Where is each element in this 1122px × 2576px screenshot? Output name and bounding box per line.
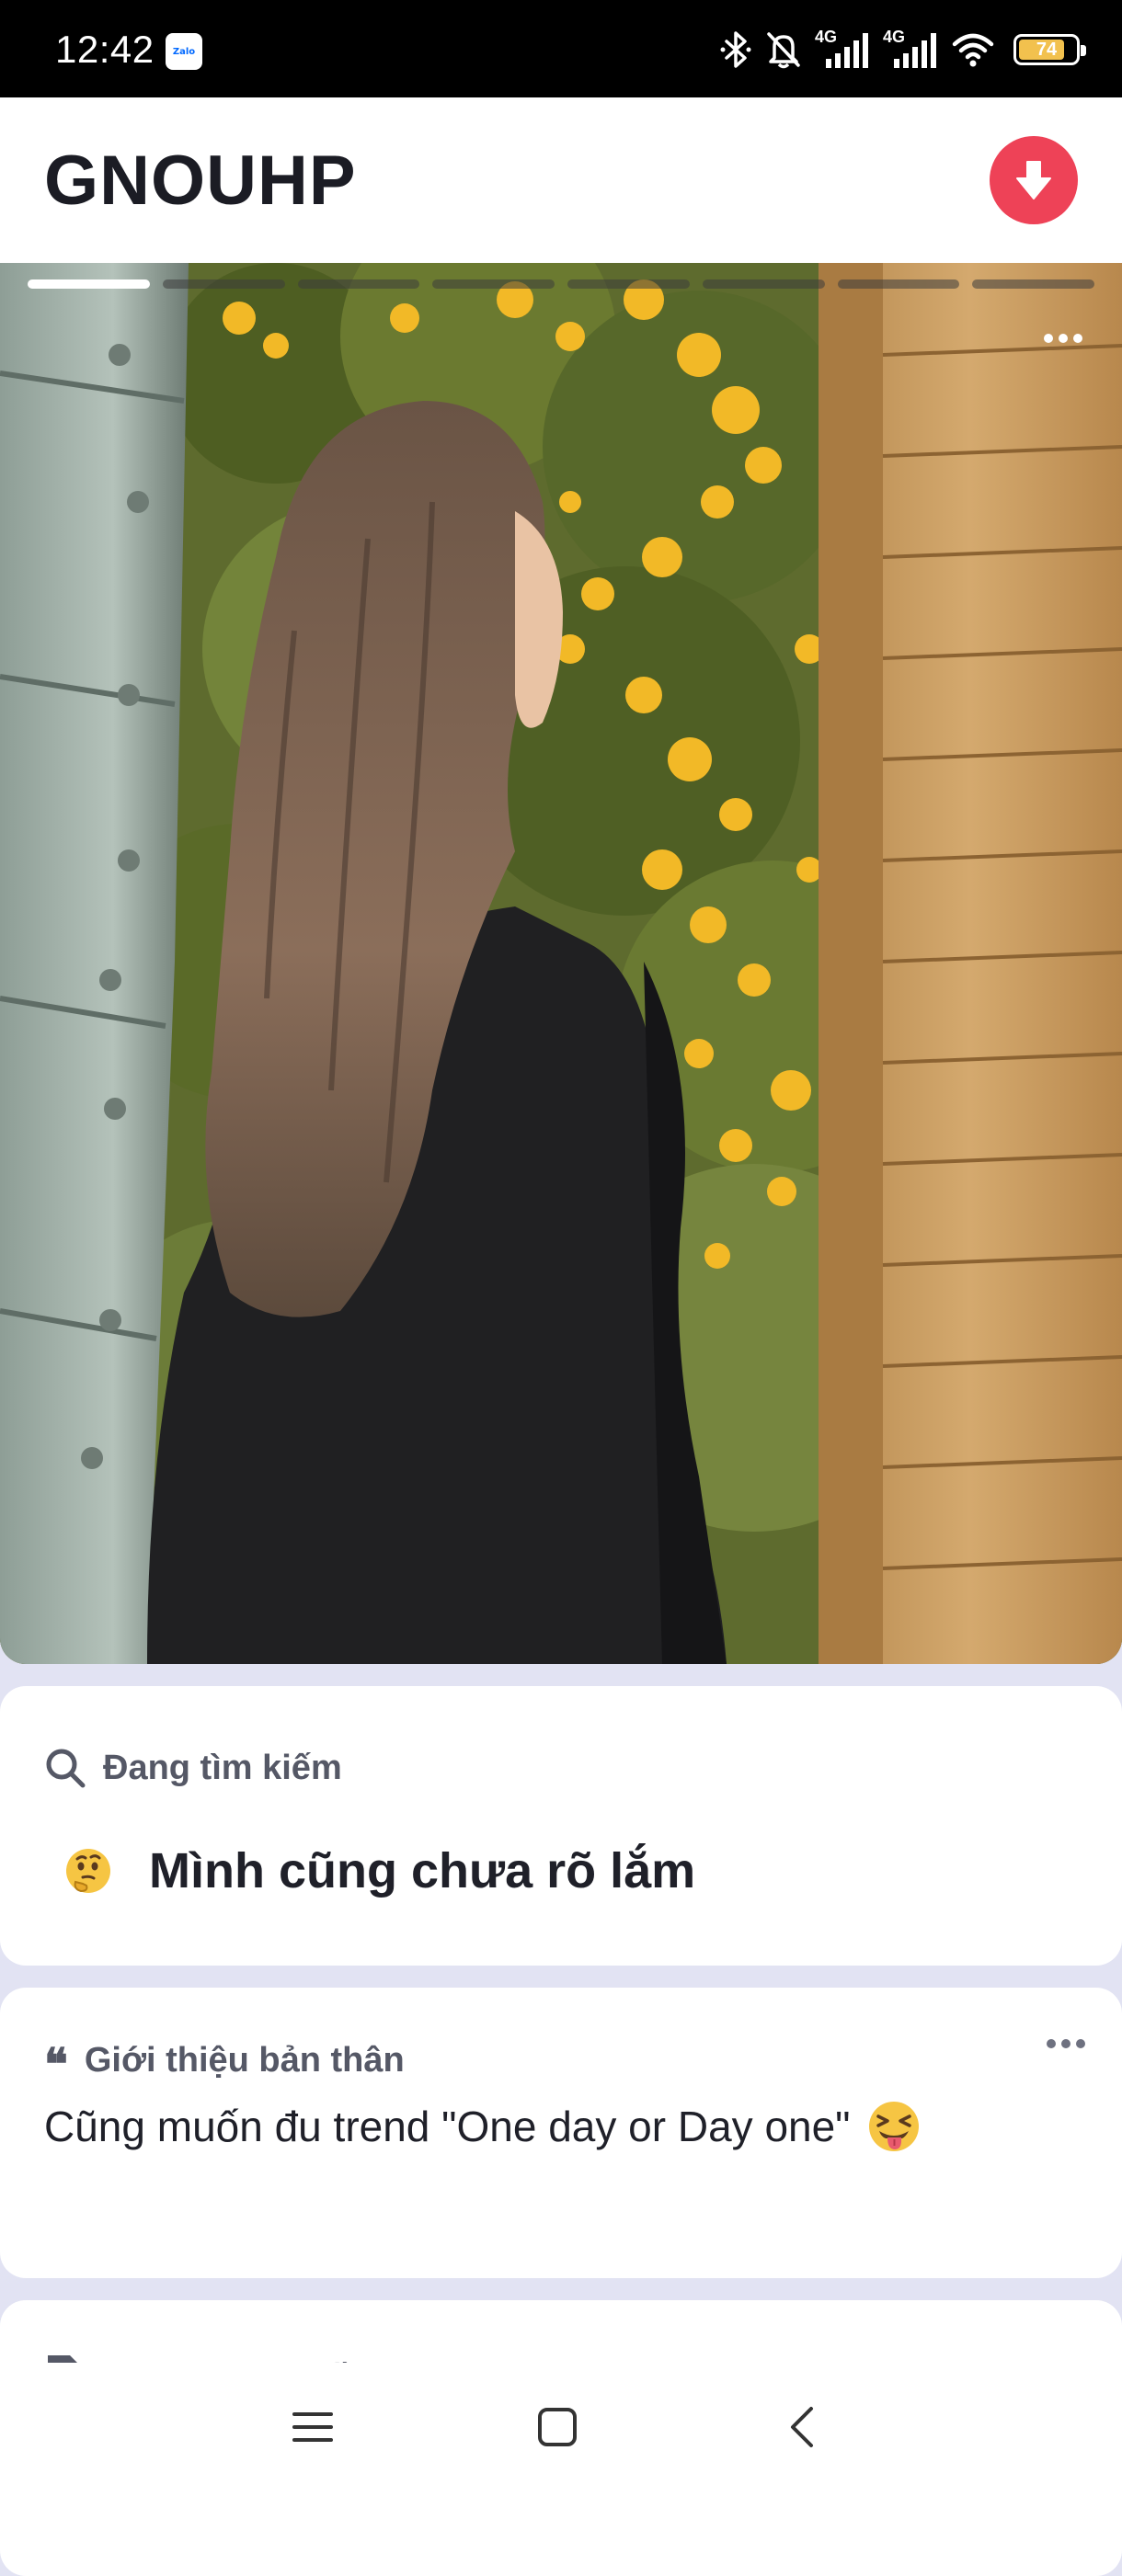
progress-segment bbox=[837, 279, 960, 289]
progress-segment bbox=[702, 279, 825, 289]
app-header: GNOUHP bbox=[0, 97, 1122, 263]
progress-segment bbox=[28, 279, 150, 289]
wifi-icon bbox=[952, 33, 994, 67]
arrow-down-icon bbox=[1016, 161, 1051, 199]
home-square-icon bbox=[538, 2408, 577, 2446]
looking-for-value-row: Mình cũng chưa rõ lắm bbox=[64, 1842, 695, 1899]
about-me-label: Giới thiệu bản thân bbox=[84, 2040, 405, 2080]
profile-photo[interactable] bbox=[0, 263, 1122, 1664]
download-button[interactable] bbox=[990, 136, 1078, 224]
thinking-face-emoji bbox=[66, 1849, 110, 1893]
progress-segment bbox=[432, 279, 555, 289]
about-me-text-row: Cũng muốn đu trend "One day or Day one" bbox=[44, 2100, 921, 2153]
battery-icon: 74 bbox=[1013, 34, 1086, 65]
back-button[interactable] bbox=[765, 2390, 839, 2464]
progress-segment bbox=[567, 279, 690, 289]
photo-more-button[interactable] bbox=[1036, 320, 1091, 357]
about-me-text: Cũng muốn đu trend "One day or Day one" bbox=[44, 2103, 851, 2150]
looking-for-label: Đang tìm kiếm bbox=[103, 1748, 342, 1787]
looking-for-card: Đang tìm kiếm Mình cũng chưa rõ lắm bbox=[0, 1686, 1122, 1966]
photo-image bbox=[0, 263, 1122, 1664]
signal-icon bbox=[826, 33, 868, 68]
zalo-icon: Zalo bbox=[166, 33, 202, 70]
home-button[interactable] bbox=[521, 2390, 594, 2464]
bluetooth-icon bbox=[720, 31, 751, 68]
about-me-card: ❝ Giới thiệu bản thân Cũng muốn đu trend… bbox=[0, 1988, 1122, 2278]
progress-segment bbox=[162, 279, 285, 289]
bell-off-icon bbox=[767, 32, 800, 69]
cell-signal-1: 4G bbox=[815, 28, 870, 70]
looking-for-value: Mình cũng chưa rõ lắm bbox=[149, 1843, 696, 1898]
status-time: 12:42 bbox=[55, 28, 155, 71]
profile-name: GNOUHP bbox=[44, 142, 357, 220]
signal-icon bbox=[894, 33, 936, 68]
more-horizontal-icon bbox=[1044, 334, 1053, 343]
status-icons: 4G 4G 74 bbox=[719, 28, 1086, 72]
cell-signal-2: 4G bbox=[883, 28, 938, 70]
looking-for-header: Đang tìm kiếm bbox=[44, 1747, 342, 1789]
progress-segment bbox=[972, 279, 1094, 289]
squinting-tongue-emoji bbox=[868, 2102, 919, 2151]
recent-apps-button[interactable] bbox=[276, 2390, 349, 2464]
about-me-header: ❝ Giới thiệu bản thân bbox=[44, 2037, 405, 2091]
about-me-more-button[interactable] bbox=[1041, 2034, 1091, 2054]
menu-icon bbox=[292, 2412, 333, 2442]
more-horizontal-icon bbox=[1047, 2039, 1056, 2048]
system-nav-bar bbox=[0, 2363, 1122, 2493]
back-icon bbox=[791, 2407, 813, 2447]
quote-icon: ❝ bbox=[44, 2039, 68, 2091]
search-icon bbox=[46, 1749, 86, 1788]
status-bar: 12:42 Zalo 4G 4G 74 bbox=[0, 0, 1122, 97]
progress-segment bbox=[297, 279, 420, 289]
story-progress bbox=[28, 279, 1094, 289]
